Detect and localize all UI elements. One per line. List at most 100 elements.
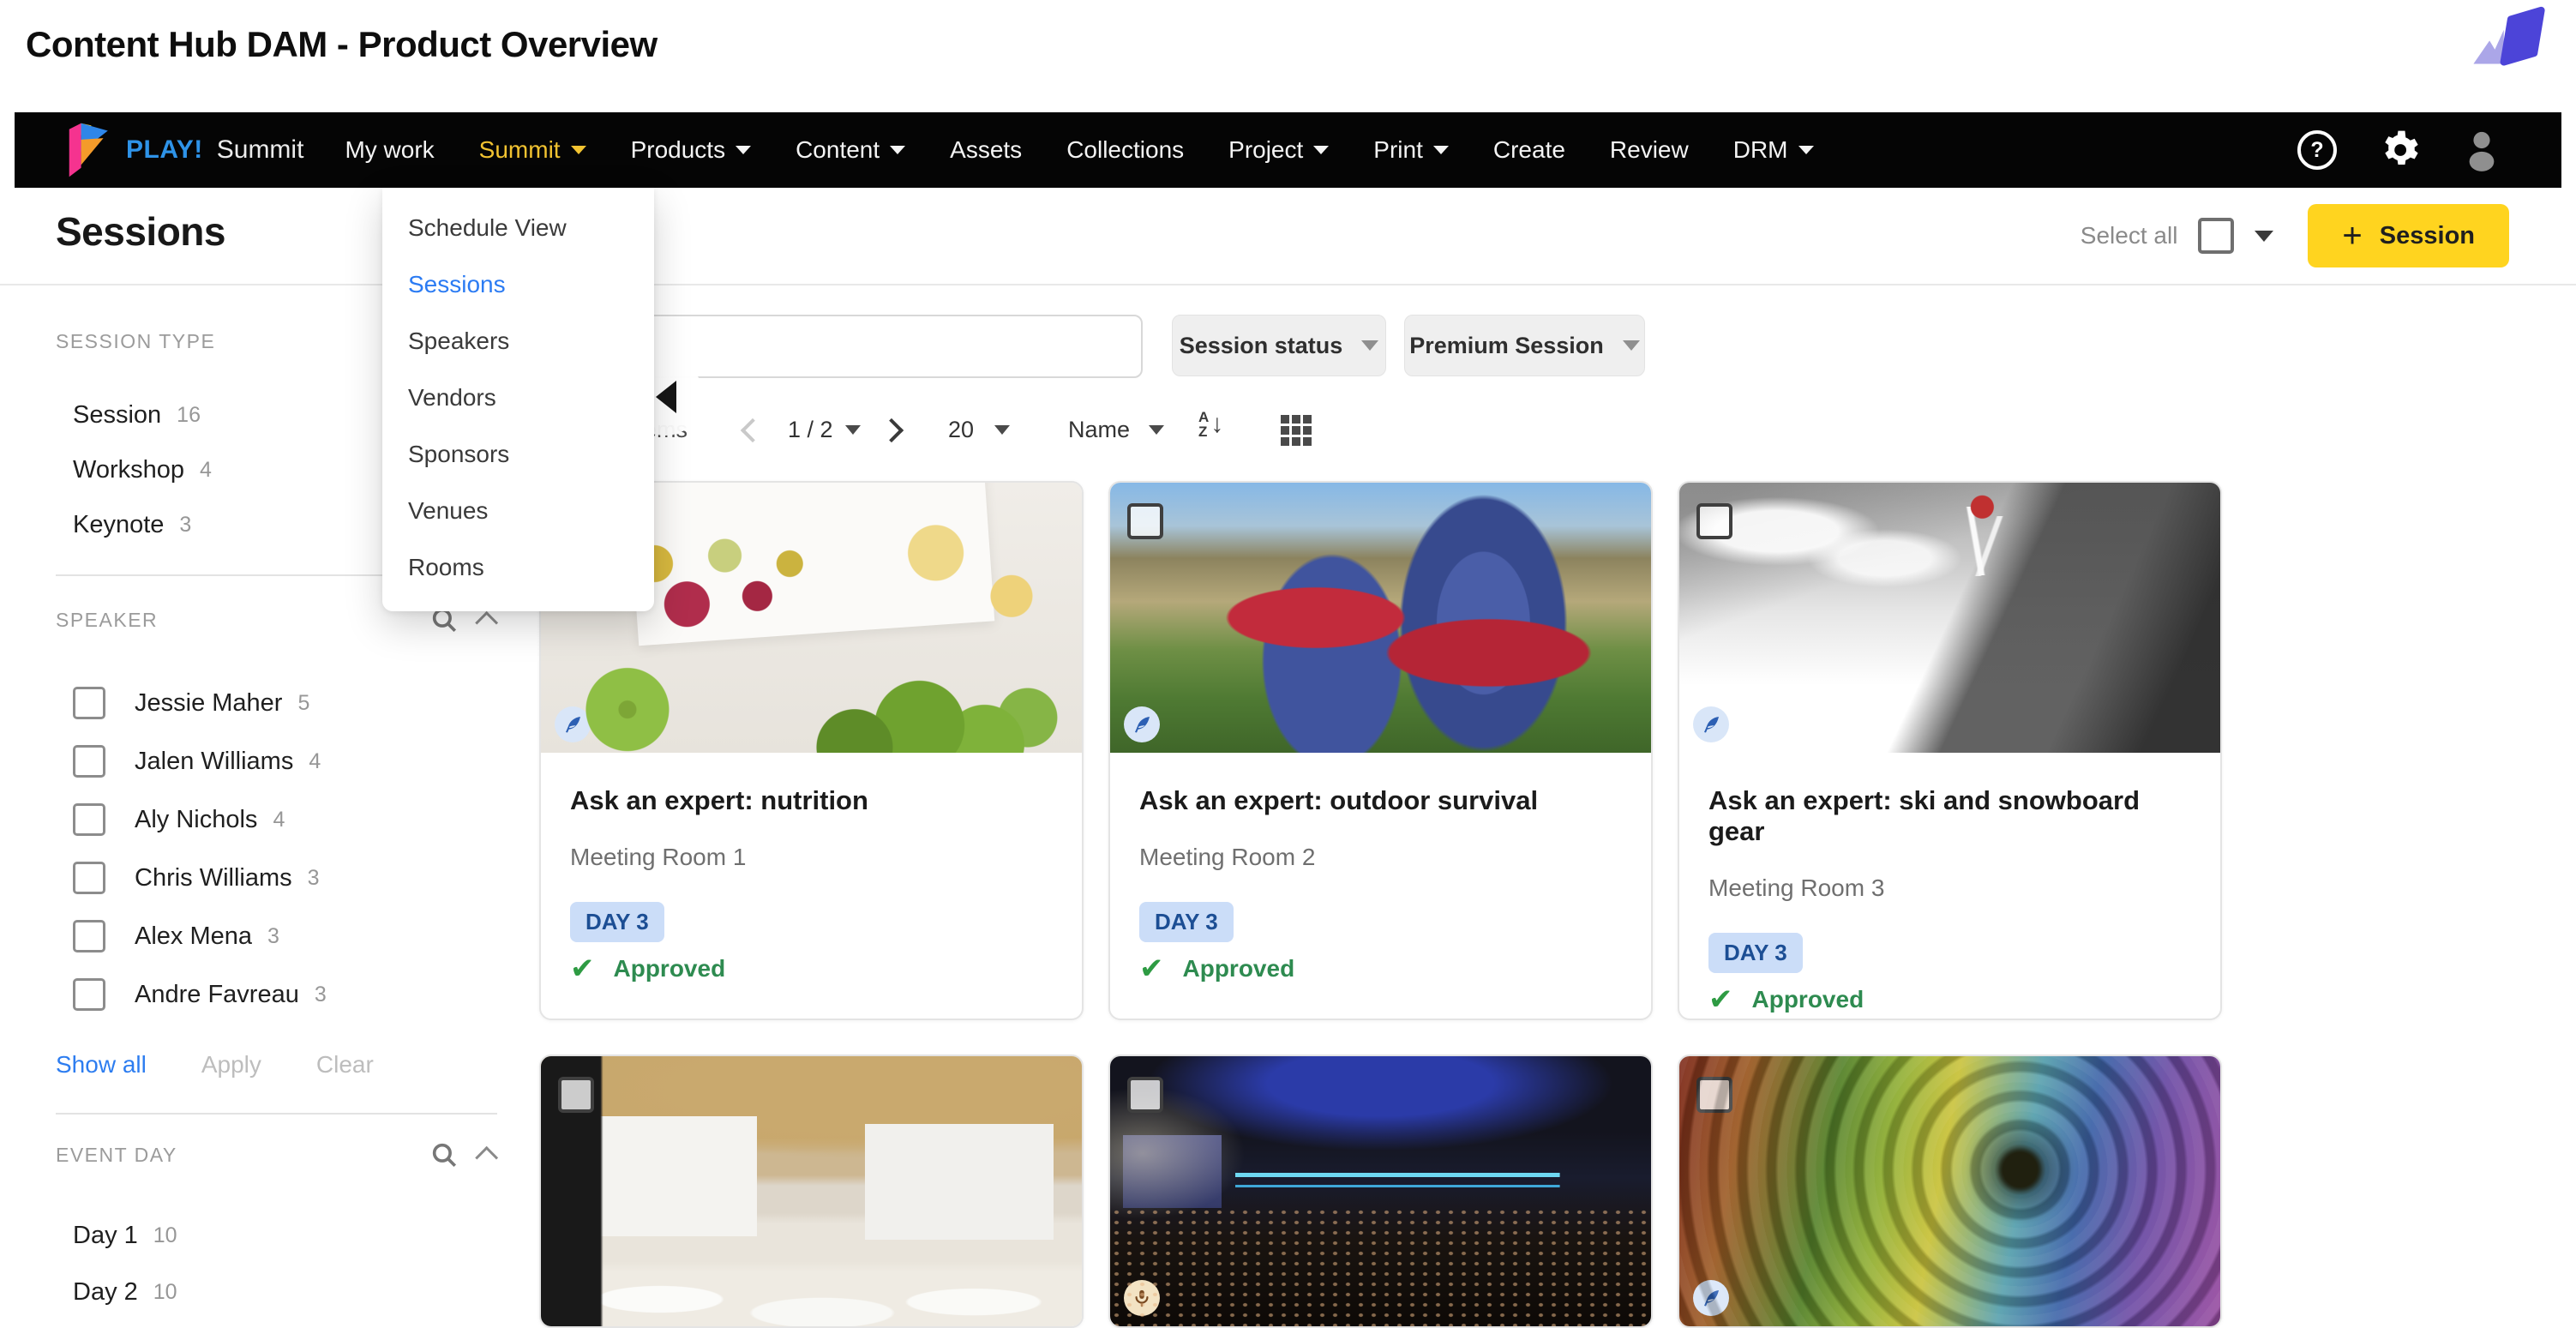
speaker-item[interactable]: Alex Mena 3 <box>56 907 497 965</box>
card-checkbox[interactable] <box>558 1077 594 1113</box>
count-badge: 4 <box>309 749 321 774</box>
session-status-filter[interactable]: Session status <box>1172 315 1386 376</box>
sidebar-divider <box>56 1113 497 1115</box>
brand-logo[interactable]: PLAY! Summit <box>68 121 303 179</box>
count-badge: 4 <box>200 458 212 483</box>
card-image <box>1110 483 1651 753</box>
user-profile-icon[interactable] <box>2462 129 2501 171</box>
nav-item-review[interactable]: Review <box>1610 136 1689 164</box>
play-summit-logo-icon <box>68 121 112 179</box>
nav-item-create[interactable]: Create <box>1493 136 1565 164</box>
session-type-label: SESSION TYPE <box>56 330 215 353</box>
chevron-down-icon <box>736 146 751 154</box>
next-page-icon[interactable] <box>880 418 904 442</box>
add-session-label: Session <box>2380 222 2475 250</box>
count-badge: 5 <box>297 691 309 716</box>
speaker-item[interactable]: Chris Williams 3 <box>56 849 497 907</box>
main-nav: PLAY! Summit My work Summit Products Con… <box>15 112 2561 188</box>
search-icon[interactable] <box>429 1140 459 1169</box>
approved-check-icon <box>1708 985 1733 1014</box>
clear-link: Clear <box>316 1051 374 1079</box>
chevron-down-icon <box>1313 146 1329 154</box>
brand-summit-text: Summit <box>217 135 304 165</box>
nav-item-assets[interactable]: Assets <box>950 136 1022 164</box>
filter-item-day1[interactable]: Day 1 10 <box>56 1207 497 1264</box>
settings-gear-icon[interactable] <box>2380 130 2419 170</box>
session-card[interactable] <box>539 1055 1084 1328</box>
nav-item-drm[interactable]: DRM <box>1733 136 1814 164</box>
speaker-checkbox[interactable] <box>73 745 105 778</box>
card-title: Ask an expert: ski and snowboard gear <box>1708 785 2191 847</box>
nav-item-products[interactable]: Products <box>631 136 752 164</box>
add-session-button[interactable]: + Session <box>2308 204 2509 267</box>
speaker-item[interactable]: Jalen Williams 4 <box>56 732 497 790</box>
sort-direction-icon[interactable]: AZ ↓ <box>1198 410 1223 439</box>
prev-page-icon[interactable] <box>741 418 765 442</box>
day-badge: DAY 3 <box>1708 933 1803 973</box>
card-checkbox[interactable] <box>1127 1077 1163 1113</box>
approved-check-icon <box>1139 954 1164 983</box>
session-card[interactable] <box>1108 1055 1653 1328</box>
day-badge: DAY 3 <box>1139 902 1234 942</box>
nav-item-print[interactable]: Print <box>1373 136 1449 164</box>
feather-badge <box>1693 706 1729 742</box>
session-card-grid: Ask an expert: nutrition Meeting Room 1 … <box>539 481 2222 1328</box>
count-badge: 16 <box>177 403 201 428</box>
nav-icon-group: ? <box>2297 129 2501 171</box>
menu-item-speakers[interactable]: Speakers <box>382 313 654 370</box>
filter-item-day2[interactable]: Day 2 10 <box>56 1264 497 1320</box>
help-icon[interactable]: ? <box>2297 130 2337 170</box>
grid-view-icon[interactable] <box>1281 415 1312 446</box>
card-checkbox[interactable] <box>1127 503 1163 539</box>
menu-item-sponsors[interactable]: Sponsors <box>382 426 654 483</box>
card-checkbox[interactable] <box>1696 1077 1732 1113</box>
session-card[interactable]: Ask an expert: ski and snowboard gear Me… <box>1678 481 2222 1020</box>
nav-item-collections[interactable]: Collections <box>1066 136 1184 164</box>
select-all-checkbox[interactable] <box>2198 218 2234 254</box>
count-badge: 4 <box>273 808 285 832</box>
day-badge: DAY 3 <box>570 902 664 942</box>
menu-item-rooms[interactable]: Rooms <box>382 539 654 596</box>
menu-item-vendors[interactable]: Vendors <box>382 370 654 426</box>
count-badge: 10 <box>153 1223 177 1248</box>
session-card[interactable] <box>1678 1055 2222 1328</box>
chevron-down-icon <box>1361 340 1378 351</box>
nav-item-content[interactable]: Content <box>796 136 905 164</box>
speaker-checkbox[interactable] <box>73 978 105 1011</box>
chevron-up-icon[interactable] <box>475 610 498 634</box>
card-checkbox[interactable] <box>1696 503 1732 539</box>
sort-by-selector[interactable]: Name <box>1068 417 1164 443</box>
status-row: Approved <box>1708 985 2191 1014</box>
show-all-link[interactable]: Show all <box>56 1051 147 1079</box>
menu-item-sessions[interactable]: Sessions <box>382 256 654 313</box>
speaker-item[interactable]: Andre Favreau 3 <box>56 965 497 1024</box>
speaker-checkbox[interactable] <box>73 803 105 836</box>
speaker-checkbox[interactable] <box>73 687 105 719</box>
nav-item-my-work[interactable]: My work <box>345 136 434 164</box>
nav-item-summit[interactable]: Summit <box>479 136 586 164</box>
speaker-checkbox[interactable] <box>73 920 105 952</box>
menu-item-schedule-view[interactable]: Schedule View <box>382 200 654 256</box>
card-room: Meeting Room 3 <box>1708 874 2191 902</box>
page-size-selector[interactable]: 20 <box>948 417 1010 443</box>
page-selector[interactable]: 1 / 2 <box>788 417 861 443</box>
nav-item-project[interactable]: Project <box>1228 136 1329 164</box>
session-card[interactable]: Ask an expert: outdoor survival Meeting … <box>1108 481 1653 1020</box>
count-badge: 3 <box>315 982 327 1007</box>
chevron-up-icon[interactable] <box>475 1145 498 1169</box>
speaker-checkbox[interactable] <box>73 862 105 894</box>
speaker-list: Jessie Maher 5 Jalen Williams 4 Aly Nich… <box>56 674 497 1024</box>
menu-item-venues[interactable]: Venues <box>382 483 654 539</box>
card-image <box>1110 1056 1651 1326</box>
select-all-caret-icon[interactable] <box>2255 231 2273 242</box>
document-header: Content Hub DAM - Product Overview <box>0 0 2576 112</box>
speaker-item[interactable]: Jessie Maher 5 <box>56 674 497 732</box>
status-badge: Approved <box>1752 986 1864 1013</box>
chevron-down-icon <box>1149 425 1164 435</box>
speaker-item[interactable]: Aly Nichols 4 <box>56 790 497 849</box>
status-row: Approved <box>570 954 1053 983</box>
premium-session-filter[interactable]: Premium Session <box>1404 315 1645 376</box>
chevron-down-icon <box>1798 146 1814 154</box>
approved-check-icon <box>570 954 595 983</box>
speaker-label: SPEAKER <box>56 609 158 632</box>
